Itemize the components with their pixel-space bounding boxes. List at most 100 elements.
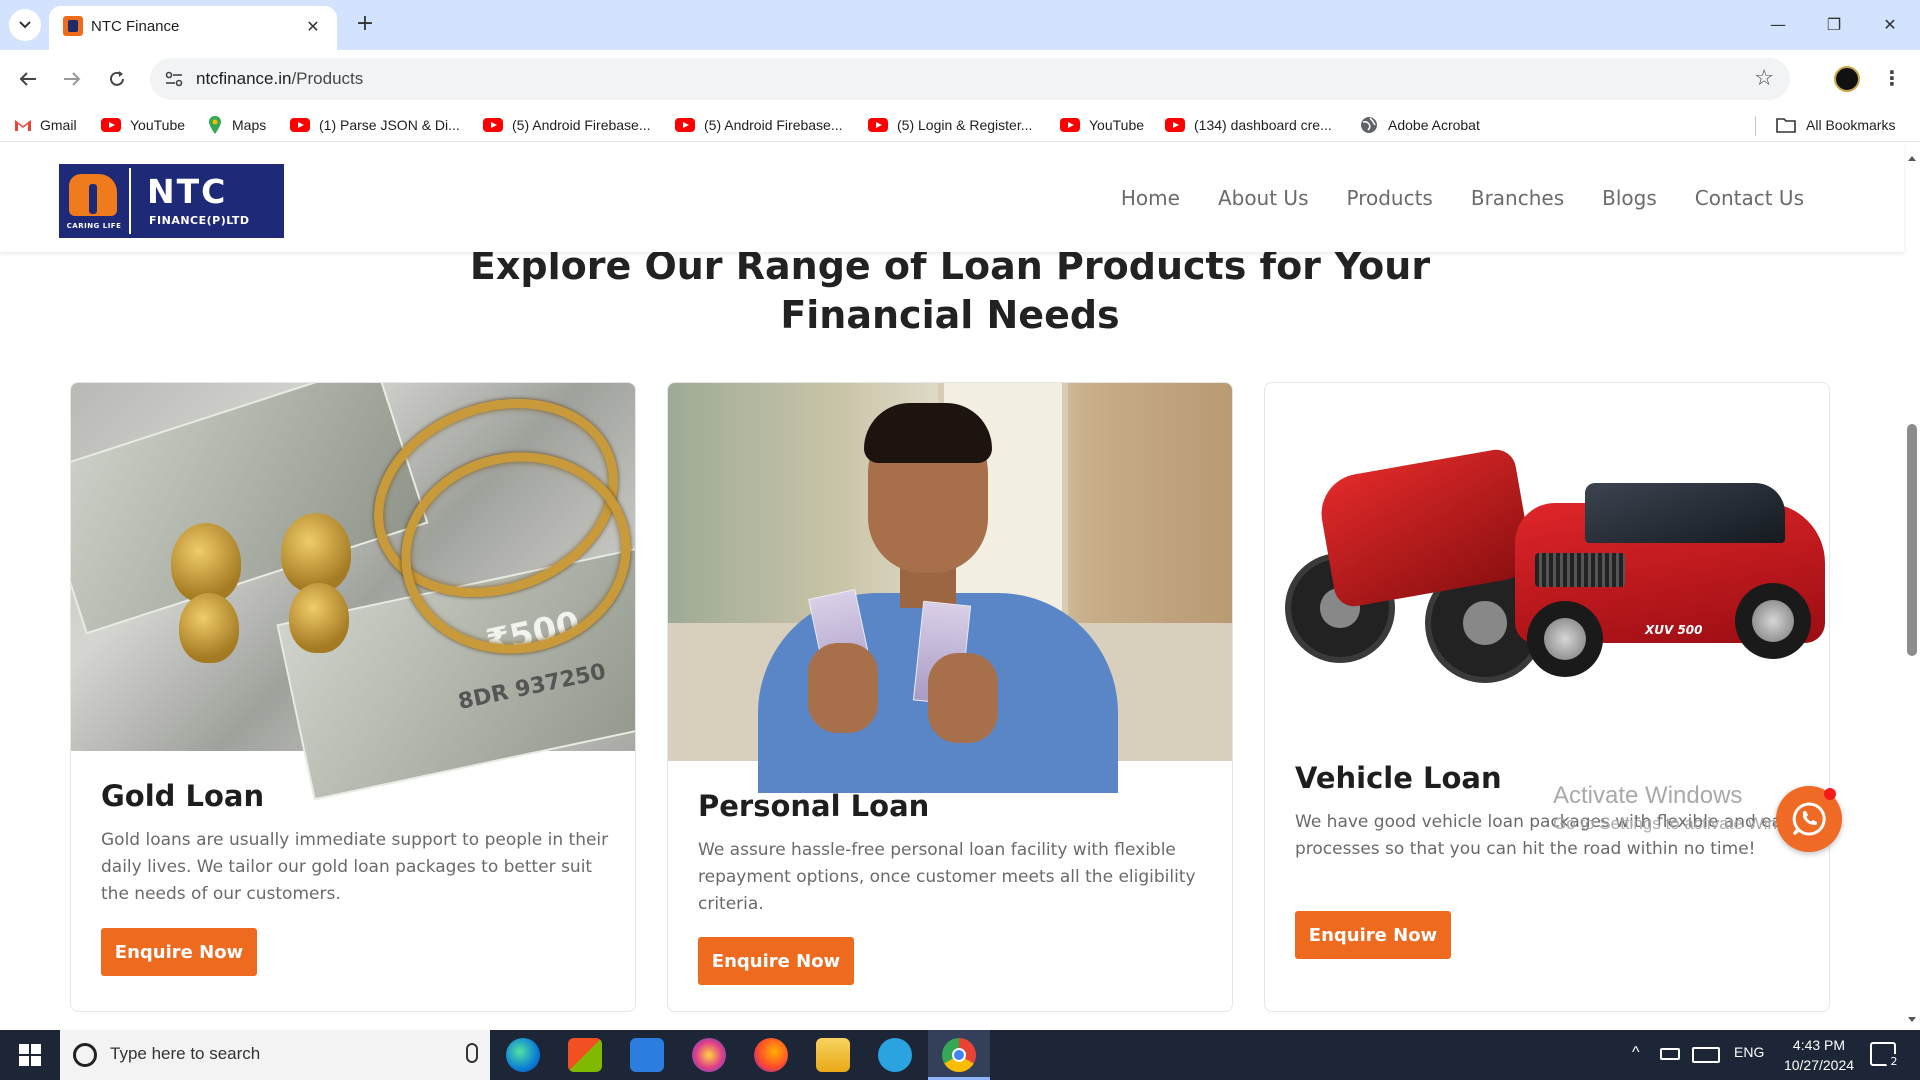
bookmark-label: Maps xyxy=(232,117,267,133)
folder-icon xyxy=(1776,118,1796,133)
enquire-now-button[interactable]: Enquire Now xyxy=(1295,911,1451,959)
person-hair-image xyxy=(864,403,992,463)
system-clock[interactable]: 4:43 PM 10/27/2024 xyxy=(1774,1035,1864,1075)
bookmark-youtube[interactable]: YouTube xyxy=(101,115,185,135)
ntc-logo[interactable]: CARING LIFE NTC FINANCE(P)LTD xyxy=(59,164,284,238)
all-bookmarks-button[interactable]: All Bookmarks xyxy=(1776,115,1895,135)
nav-products[interactable]: Products xyxy=(1346,186,1432,210)
page-scrollbar[interactable] xyxy=(1904,142,1920,1030)
logo-tagline: CARING LIFE xyxy=(66,222,122,230)
bookmark-login-register[interactable]: (5) Login & Register... xyxy=(868,115,1032,135)
youtube-icon xyxy=(101,118,121,132)
bookmark-label: Gmail xyxy=(40,117,77,133)
tab-search-button[interactable] xyxy=(9,9,41,41)
bookmark-label: (134) dashboard cre... xyxy=(1194,117,1332,133)
taskbar-search-box[interactable]: Type here to search xyxy=(60,1030,490,1080)
nav-branches[interactable]: Branches xyxy=(1471,186,1564,210)
youtube-icon xyxy=(483,118,503,132)
bookmark-adobe-acrobat[interactable]: Adobe Acrobat xyxy=(1360,115,1480,135)
bookmark-label: YouTube xyxy=(1089,117,1145,133)
person-hand-image xyxy=(928,653,998,743)
restore-button[interactable]: ❐ xyxy=(1814,10,1854,40)
chrome-taskbar-button[interactable] xyxy=(928,1030,990,1080)
profile-avatar[interactable] xyxy=(1834,66,1860,92)
windows-taskbar: Type here to search ^ ENG 4:43 PM 10/27/… xyxy=(0,1030,1920,1080)
bookmark-star-icon[interactable]: ☆ xyxy=(1754,66,1774,91)
start-button[interactable] xyxy=(0,1030,60,1080)
bookmark-parse-json[interactable]: (1) Parse JSON & Di... xyxy=(290,115,460,135)
product-card-vehicle-loan: XUV 500 Vehicle Loan We have good vehicl… xyxy=(1264,382,1830,1012)
keyboard-icon[interactable] xyxy=(1692,1047,1720,1063)
chevron-down-icon xyxy=(19,21,31,29)
firefox-icon[interactable] xyxy=(754,1038,788,1072)
bookmark-label: (1) Parse JSON & Di... xyxy=(319,117,460,133)
bookmark-label: (5) Login & Register... xyxy=(897,117,1033,133)
person-hand-image xyxy=(808,643,878,733)
page-viewport: CARING LIFE NTC FINANCE(P)LTD Home About… xyxy=(0,142,1920,1030)
tab-strip: NTC Finance ✕ + — ❐ ✕ xyxy=(0,0,1920,50)
whatsapp-chat-button[interactable] xyxy=(1776,786,1842,852)
logo-mark: CARING LIFE xyxy=(61,166,127,236)
language-indicator[interactable]: ENG xyxy=(1734,1044,1764,1060)
microphone-icon[interactable] xyxy=(466,1043,478,1063)
site-info-icon[interactable] xyxy=(164,69,184,89)
arrow-right-icon xyxy=(64,72,81,86)
bookmarks-divider xyxy=(1755,116,1756,136)
youtube-icon xyxy=(290,118,310,132)
url-text[interactable]: ntcfinance.in/Products xyxy=(196,69,363,89)
reload-button[interactable] xyxy=(101,63,133,95)
nav-about-us[interactable]: About Us xyxy=(1218,186,1309,210)
scroll-down-arrow-icon[interactable] xyxy=(1908,1017,1916,1022)
nav-blogs[interactable]: Blogs xyxy=(1602,186,1657,210)
mail-icon[interactable] xyxy=(630,1038,664,1072)
logo-divider xyxy=(129,168,131,234)
clock-time: 4:43 PM xyxy=(1792,1037,1846,1053)
product-card-gold-loan: ₹500 8DR 937250 Gold Loan Gold loans are… xyxy=(70,382,636,1012)
microsoft-store-icon[interactable] xyxy=(568,1038,602,1072)
enquire-now-button[interactable]: Enquire Now xyxy=(101,928,257,976)
suv-grille-image xyxy=(1535,553,1625,587)
active-tab[interactable]: NTC Finance ✕ xyxy=(49,6,337,50)
edge-browser-icon[interactable] xyxy=(506,1038,540,1072)
bookmark-youtube-2[interactable]: YouTube xyxy=(1060,115,1144,135)
bookmark-android-firebase-1[interactable]: (5) Android Firebase... xyxy=(483,115,651,135)
enquire-now-button[interactable]: Enquire Now xyxy=(698,937,854,985)
windows-logo-icon xyxy=(19,1044,41,1066)
close-window-button[interactable]: ✕ xyxy=(1870,10,1910,40)
show-hidden-icons-icon[interactable]: ^ xyxy=(1632,1044,1640,1062)
new-tab-button[interactable]: + xyxy=(350,12,380,38)
notification-dot xyxy=(1824,788,1836,800)
address-bar[interactable]: ntcfinance.in/Products ☆ xyxy=(150,58,1790,100)
bookmark-dashboard[interactable]: (134) dashboard cre... xyxy=(1165,115,1332,135)
search-icon xyxy=(73,1043,97,1067)
bookmark-label: (5) Android Firebase... xyxy=(512,117,651,133)
back-button[interactable] xyxy=(12,63,44,95)
file-explorer-icon[interactable] xyxy=(816,1038,850,1072)
telegram-icon[interactable] xyxy=(878,1038,912,1072)
earring-image xyxy=(289,583,349,653)
bookmark-maps[interactable]: Maps xyxy=(208,115,266,135)
bookmark-android-firebase-2[interactable]: (5) Android Firebase... xyxy=(675,115,843,135)
youtube-icon xyxy=(868,118,888,132)
bookmark-gmail[interactable]: Gmail xyxy=(14,115,77,135)
whatsapp-icon xyxy=(1792,802,1826,836)
minimize-button[interactable]: — xyxy=(1758,10,1798,40)
battery-icon[interactable] xyxy=(1660,1048,1680,1060)
url-host: ntcfinance.in xyxy=(196,69,292,88)
note-serial-text: 8DR 937250 xyxy=(456,659,609,716)
youtube-icon xyxy=(1060,118,1080,132)
chrome-icon xyxy=(942,1038,976,1072)
logo-subtitle: FINANCE(P)LTD xyxy=(149,214,250,227)
scroll-up-arrow-icon[interactable] xyxy=(1908,156,1916,161)
elephant-icon xyxy=(69,174,117,216)
scrollbar-thumb[interactable] xyxy=(1907,424,1917,656)
youtube-icon xyxy=(1165,118,1185,132)
forward-button[interactable] xyxy=(56,63,88,95)
tab-close-icon[interactable]: ✕ xyxy=(301,14,325,38)
browser-menu-icon[interactable]: ⋮ xyxy=(1882,64,1902,92)
site-header: CARING LIFE NTC FINANCE(P)LTD Home About… xyxy=(0,142,1904,252)
nav-contact-us[interactable]: Contact Us xyxy=(1695,186,1804,210)
suv-wheel-image xyxy=(1527,601,1603,677)
nav-home[interactable]: Home xyxy=(1121,186,1180,210)
paint-app-icon[interactable] xyxy=(692,1038,726,1072)
